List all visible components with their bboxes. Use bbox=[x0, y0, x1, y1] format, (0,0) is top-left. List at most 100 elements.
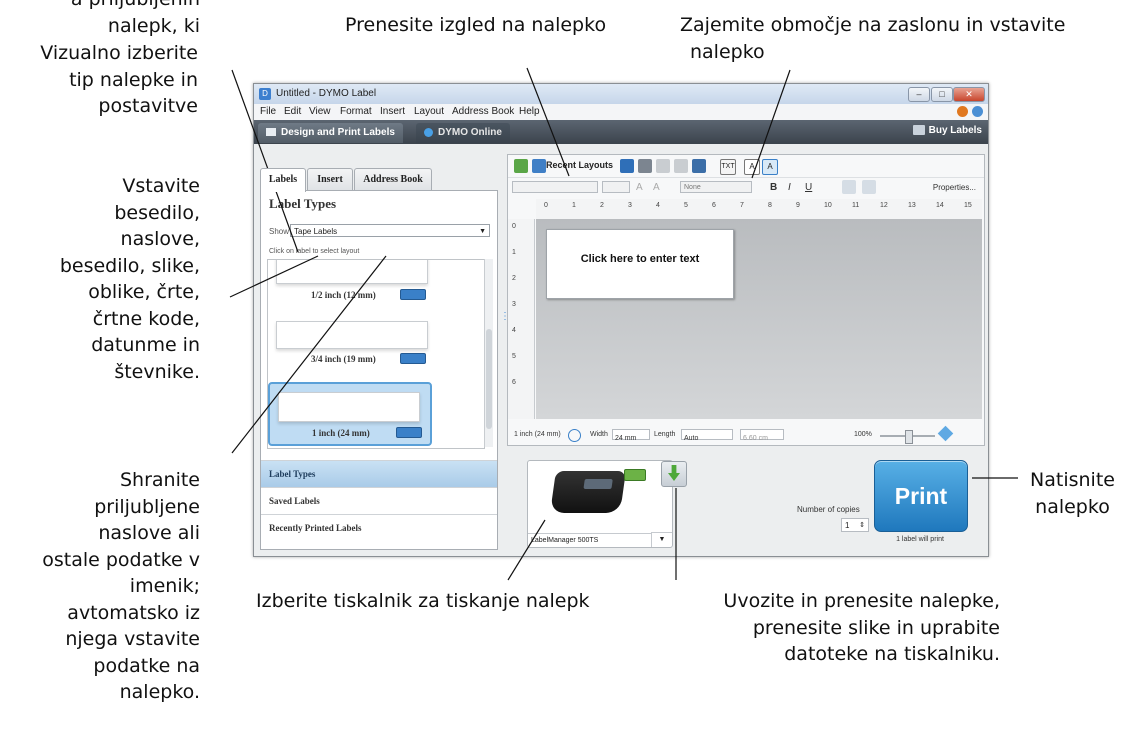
properties-button[interactable]: Properties... bbox=[933, 183, 976, 192]
align-left-icon[interactable] bbox=[842, 180, 856, 194]
fit-icon[interactable] bbox=[937, 425, 954, 442]
menu-help[interactable]: Help bbox=[519, 106, 540, 117]
tab-address-book[interactable]: Address Book bbox=[354, 168, 432, 191]
info-icon[interactable] bbox=[568, 429, 581, 442]
label-item-24mm[interactable]: 1 inch (24 mm) bbox=[268, 382, 432, 446]
recent-layouts-button[interactable]: Recent Layouts bbox=[546, 160, 613, 170]
undo-icon[interactable] bbox=[674, 159, 688, 173]
save-icon[interactable] bbox=[620, 159, 634, 173]
callout-line: števnike. bbox=[114, 360, 200, 383]
globe-icon bbox=[424, 127, 433, 137]
nav-recently-printed[interactable]: Recently Printed Labels bbox=[261, 514, 497, 541]
menu-file[interactable]: File bbox=[260, 106, 276, 117]
label-item-12mm[interactable]: 1/2 inch (12 mm) bbox=[276, 260, 476, 305]
printer-name: LabelManager 500TS bbox=[528, 533, 652, 547]
italic-button[interactable]: I bbox=[788, 182, 791, 193]
printer-dropdown[interactable]: ▼ bbox=[651, 532, 672, 547]
pane-splitter[interactable]: ⋮ bbox=[500, 312, 510, 344]
label-text-placeholder[interactable]: Click here to enter text bbox=[547, 253, 733, 265]
underline-button[interactable]: U bbox=[805, 182, 812, 193]
buy-labels-button[interactable]: Buy Labels bbox=[912, 125, 982, 136]
callout-cut-top: a priljubljenih nalepk, ki bbox=[0, 0, 200, 39]
tape-size-text: 1 inch (24 mm) bbox=[514, 431, 561, 438]
callout-line: ostale podatke v bbox=[42, 548, 200, 571]
print-button[interactable]: Print bbox=[874, 460, 968, 532]
screen-capture-icon[interactable] bbox=[692, 159, 706, 173]
ruler-tick: 10 bbox=[824, 202, 832, 209]
label-item-19mm[interactable]: 3/4 inch (19 mm) bbox=[276, 316, 476, 366]
menu-edit[interactable]: Edit bbox=[284, 106, 301, 117]
label-editor: Recent Layouts TXT A A A A None B I U Pr… bbox=[507, 154, 985, 446]
recent-layouts-icon[interactable] bbox=[532, 159, 546, 173]
align-text-icon[interactable]: A bbox=[744, 159, 760, 175]
callout-line: datoteke na tiskalniku. bbox=[784, 643, 1000, 665]
menu-format[interactable]: Format bbox=[340, 106, 372, 117]
new-label-icon[interactable] bbox=[514, 159, 528, 173]
menu-address-book[interactable]: Address Book bbox=[452, 106, 514, 117]
editor-toolbar: Recent Layouts TXT A A bbox=[508, 155, 984, 177]
window-title: Untitled - DYMO Label bbox=[276, 88, 377, 99]
vertical-text-icon[interactable]: A bbox=[762, 159, 778, 175]
label-canvas[interactable]: Click here to enter text bbox=[546, 229, 734, 299]
print-icon[interactable] bbox=[638, 159, 652, 173]
close-button[interactable]: ✕ bbox=[953, 87, 985, 102]
callout-printer: Izberite tiskalnik za tiskanje nalepk bbox=[256, 590, 590, 612]
callout-line: oblike, črte, bbox=[88, 281, 200, 303]
ruler-tick: 15 bbox=[964, 202, 972, 209]
menu-insert[interactable]: Insert bbox=[380, 106, 405, 117]
tape-cartridge-icon bbox=[400, 289, 426, 300]
text-box-icon[interactable]: TXT bbox=[720, 159, 736, 175]
callout-line: podatke na bbox=[93, 654, 200, 677]
tab-dymo-online[interactable]: DYMO Online bbox=[416, 123, 510, 143]
paste-icon[interactable] bbox=[656, 159, 670, 173]
length-mm-value: 6.60 cm bbox=[743, 435, 768, 442]
callout-line: nalepko bbox=[1035, 495, 1110, 518]
align-justify-icon[interactable] bbox=[862, 180, 876, 194]
vertical-ruler: 0 1 2 3 4 5 6 bbox=[508, 219, 535, 419]
increase-font-icon[interactable]: A bbox=[636, 182, 643, 193]
callout-label-type: Vizualno izberite tip nalepke in postavi… bbox=[0, 40, 198, 120]
tab-insert[interactable]: Insert bbox=[307, 168, 353, 191]
format-toolbar: A A None B I U Properties... bbox=[508, 177, 984, 198]
ruler-tick: 14 bbox=[936, 202, 944, 209]
font-size-select[interactable] bbox=[602, 181, 630, 193]
zoom-slider-knob[interactable] bbox=[905, 430, 913, 444]
length-mm-input[interactable]: 6.60 cm bbox=[740, 429, 784, 442]
transfer-button[interactable] bbox=[661, 461, 687, 487]
tape-cartridge-icon bbox=[400, 353, 426, 364]
tab-labels[interactable]: Labels bbox=[260, 168, 306, 192]
label-types-panel: Label Types Show Tape Labels ▼ Click on … bbox=[260, 190, 498, 550]
left-pane: Labels Insert Address Book Label Types S… bbox=[260, 150, 498, 550]
label-list-scrollbar[interactable] bbox=[484, 259, 493, 447]
printer-selector[interactable]: LabelManager 500TS ▼ bbox=[527, 460, 673, 548]
bold-button[interactable]: B bbox=[770, 182, 777, 193]
menu-layout[interactable]: Layout bbox=[414, 106, 444, 117]
zoom-slider[interactable] bbox=[880, 430, 935, 444]
copies-input[interactable]: 1 ⇕ bbox=[841, 518, 869, 532]
nav-label-types[interactable]: Label Types bbox=[261, 460, 497, 487]
decrease-font-icon[interactable]: A bbox=[653, 182, 660, 193]
maximize-button[interactable]: □ bbox=[931, 87, 953, 102]
width-select[interactable]: 24 mm bbox=[612, 429, 650, 442]
callout-line: naslove, bbox=[120, 228, 200, 250]
style-select[interactable]: None bbox=[680, 181, 752, 193]
minimize-button[interactable]: – bbox=[908, 87, 930, 102]
callout-transfer: Uvozite in prenesite nalepke, prenesite … bbox=[640, 588, 1000, 668]
ruler-tick: 3 bbox=[512, 301, 516, 308]
nav-saved-labels[interactable]: Saved Labels bbox=[261, 487, 497, 514]
font-family-select[interactable] bbox=[512, 181, 598, 193]
ruler-tick: 4 bbox=[656, 202, 660, 209]
length-select[interactable]: Auto bbox=[681, 429, 733, 442]
select-layout-hint: Click on label to select layout bbox=[269, 248, 360, 255]
help-icon[interactable] bbox=[957, 106, 968, 117]
callout-print: Natisnite nalepko bbox=[1010, 467, 1135, 520]
label-list: 1/2 inch (12 mm) 3/4 inch (19 mm) 1 inch… bbox=[267, 259, 485, 449]
ruler-tick: 4 bbox=[512, 327, 516, 334]
show-select[interactable]: Tape Labels ▼ bbox=[290, 224, 490, 237]
tab-design-and-print[interactable]: Design and Print Labels bbox=[258, 123, 403, 143]
scrollbar-thumb[interactable] bbox=[486, 329, 492, 429]
menu-view[interactable]: View bbox=[309, 106, 331, 117]
tape-preview bbox=[276, 260, 428, 284]
update-icon[interactable] bbox=[972, 106, 983, 117]
spinner-icon[interactable]: ⇕ bbox=[859, 519, 865, 533]
